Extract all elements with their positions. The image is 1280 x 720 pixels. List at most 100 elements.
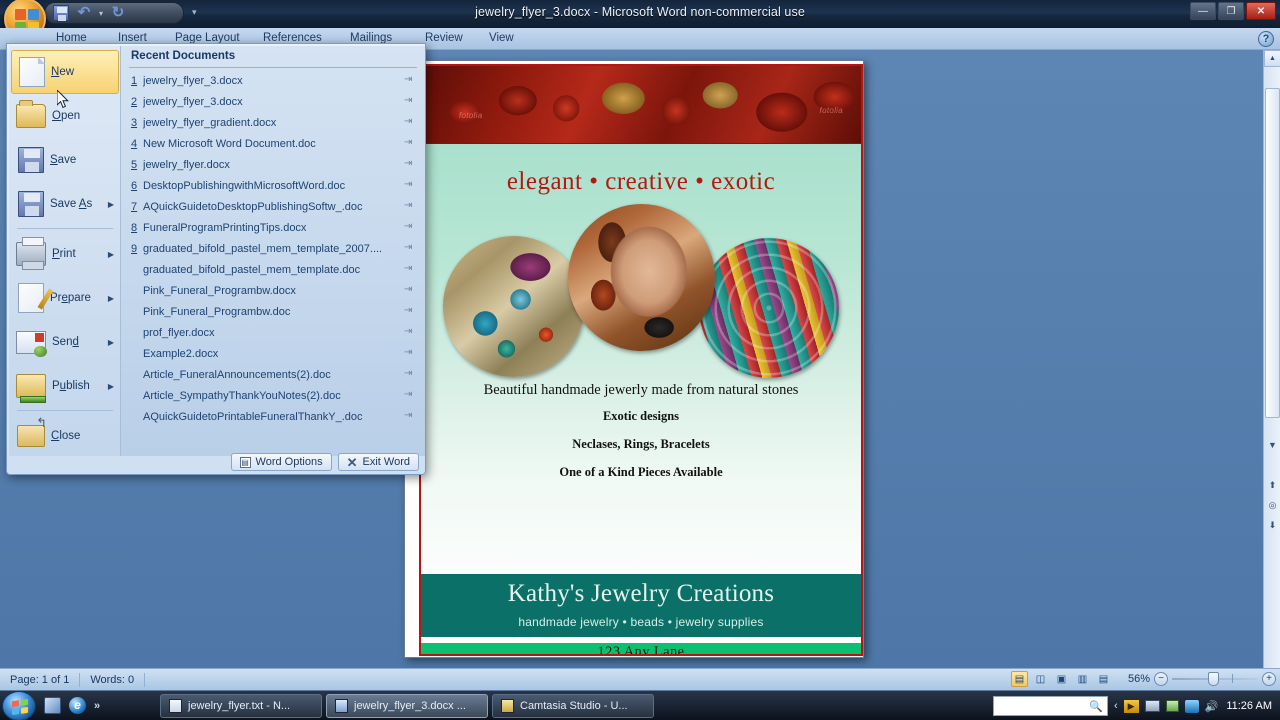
next-page-icon[interactable]: ⬇ [1265, 520, 1280, 535]
undo-icon[interactable]: ↶ [76, 5, 92, 21]
volume-icon[interactable]: 🔊 [1205, 700, 1219, 713]
pin-icon[interactable]: ⇥ [404, 96, 415, 107]
pin-icon[interactable]: ⇥ [404, 264, 415, 275]
pin-icon[interactable]: ⇥ [404, 75, 415, 86]
pin-icon[interactable]: ⇥ [404, 411, 415, 422]
pin-icon[interactable]: ⇥ [404, 390, 415, 401]
menu-item-save[interactable]: Save [11, 138, 119, 182]
more-chevron-icon[interactable]: » [94, 700, 100, 712]
list-item[interactable]: 1 jewelry_flyer_3.docx ⇥ [121, 70, 425, 91]
web-layout-view-icon[interactable]: ▣ [1053, 671, 1070, 687]
pin-icon[interactable]: ⇥ [404, 180, 415, 191]
list-item[interactable]: 9 graduated_bifold_pastel_mem_template_2… [121, 238, 425, 259]
list-item[interactable]: 8 FuneralProgramPrintingTips.docx ⇥ [121, 217, 425, 238]
menu-item-print[interactable]: Print ▶ [11, 232, 119, 276]
page-indicator[interactable]: Page: 1 of 1 [0, 672, 81, 687]
word-count[interactable]: Words: 0 [80, 672, 146, 687]
clock[interactable]: 11:26 AM [1224, 700, 1276, 712]
scroll-down-button[interactable]: ▼ [1265, 440, 1280, 455]
select-browse-object-icon[interactable]: ◎ [1265, 500, 1280, 515]
list-item[interactable]: 4 New Microsoft Word Document.doc ⇥ [121, 133, 425, 154]
tray-expand-chevron-icon[interactable]: ‹ [1114, 700, 1118, 712]
minimize-button[interactable]: — [1190, 2, 1216, 20]
pin-icon[interactable]: ⇥ [404, 117, 415, 128]
pin-icon[interactable]: ⇥ [404, 201, 415, 212]
list-item[interactable]: 3 jewelry_flyer_gradient.docx ⇥ [121, 112, 425, 133]
maximize-button[interactable]: ❐ [1218, 2, 1244, 20]
menu-item-send[interactable]: Send ▶ [11, 320, 119, 364]
media-play-icon[interactable]: ▶ [1123, 699, 1139, 713]
battery-icon[interactable] [1165, 700, 1179, 712]
vertical-scrollbar[interactable]: ▲ ▼ ⬆ ◎ ⬇ [1263, 50, 1280, 668]
pin-icon[interactable]: ⇥ [404, 348, 415, 359]
pin-icon[interactable]: ⇥ [404, 159, 415, 170]
recent-doc-name: graduated_bifold_pastel_mem_template_200… [143, 242, 383, 255]
list-item[interactable]: AQuickGuidetoPrintableFuneralThankY_.doc… [121, 406, 425, 427]
list-item[interactable]: Example2.docx ⇥ [121, 343, 425, 364]
list-item[interactable]: Article_FuneralAnnouncements(2).doc ⇥ [121, 364, 425, 385]
customize-quick-access-toolbar-icon[interactable]: ▾ [192, 7, 197, 18]
outline-view-icon[interactable]: ▥ [1074, 671, 1091, 687]
redo-icon[interactable]: ↻ [110, 5, 126, 21]
pin-icon[interactable]: ⇥ [404, 222, 415, 233]
recent-doc-name: jewelry_flyer_3.docx [143, 74, 243, 87]
pin-icon[interactable]: ⇥ [404, 243, 415, 254]
close-button[interactable]: ✕ [1246, 2, 1276, 20]
quick-launch-bar: e » [44, 697, 100, 714]
pin-icon[interactable]: ⇥ [404, 369, 415, 380]
list-item[interactable]: prof_flyer.docx ⇥ [121, 322, 425, 343]
full-screen-reading-view-icon[interactable]: ◫ [1032, 671, 1049, 687]
word-options-label: Word Options [255, 456, 323, 468]
zoom-out-button[interactable]: − [1154, 672, 1168, 686]
draft-view-icon[interactable]: ▤ [1095, 671, 1112, 687]
menu-item-prepare-label: Prepare [50, 292, 91, 304]
menu-item-new[interactable]: New [11, 50, 119, 94]
list-item[interactable]: graduated_bifold_pastel_mem_template.doc… [121, 259, 425, 280]
pin-icon[interactable]: ⇥ [404, 285, 415, 296]
menu-item-prepare[interactable]: Prepare ▶ [11, 276, 119, 320]
list-item[interactable]: 2 jewelry_flyer_3.docx ⇥ [121, 91, 425, 112]
search-input[interactable]: 🔍 [992, 696, 1108, 716]
tab-view[interactable]: View [489, 32, 514, 44]
word-options-button[interactable]: ▤ Word Options [230, 453, 332, 471]
menu-item-save-label: Save [50, 154, 77, 166]
list-item[interactable]: 7 AQuickGuidetoDesktopPublishingSoftw_.d… [121, 196, 425, 217]
menu-item-close[interactable]: Close [11, 414, 119, 458]
chevron-right-icon: ▶ [107, 337, 114, 347]
undo-dropdown-icon[interactable]: ▾ [99, 9, 103, 18]
pin-icon[interactable]: ⇥ [404, 138, 415, 149]
taskbar-item-word[interactable]: jewelry_flyer_3.docx ... [326, 694, 488, 718]
zoom-slider[interactable] [1172, 672, 1258, 686]
save-icon[interactable] [53, 5, 69, 21]
menu-item-publish[interactable]: Publish ▶ [11, 364, 119, 408]
network-icon[interactable] [1184, 699, 1199, 713]
list-item[interactable]: 5 jewelry_flyer.docx ⇥ [121, 154, 425, 175]
list-item[interactable]: Pink_Funeral_Programbw.doc ⇥ [121, 301, 425, 322]
recent-doc-number: 3 [131, 116, 138, 129]
start-button[interactable] [2, 691, 36, 720]
pin-icon[interactable]: ⇥ [404, 306, 415, 317]
taskbar-item-notepad[interactable]: jewelry_flyer.txt - N... [160, 694, 322, 718]
internet-explorer-icon[interactable]: e [69, 697, 86, 714]
scrollbar-thumb[interactable] [1265, 88, 1280, 418]
open-folder-icon [16, 100, 46, 128]
help-icon[interactable]: ? [1258, 31, 1274, 47]
display-icon[interactable] [1144, 700, 1160, 712]
pin-icon[interactable]: ⇥ [404, 327, 415, 338]
windows-logo-icon [12, 698, 28, 716]
menu-item-publish-label: Publish [52, 380, 90, 392]
zoom-level[interactable]: 56% [1116, 673, 1150, 685]
tab-review[interactable]: Review [425, 32, 463, 44]
list-item[interactable]: Article_SympathyThankYouNotes(2).doc ⇥ [121, 385, 425, 406]
taskbar-item-camtasia[interactable]: Camtasia Studio - U... [492, 694, 654, 718]
list-item[interactable]: Pink_Funeral_Programbw.docx ⇥ [121, 280, 425, 301]
zoom-in-button[interactable]: + [1262, 672, 1276, 686]
print-layout-view-icon[interactable]: ▤ [1011, 671, 1028, 687]
previous-page-icon[interactable]: ⬆ [1265, 480, 1280, 495]
show-desktop-icon[interactable] [44, 697, 61, 714]
menu-item-save-as[interactable]: Save As ▶ [11, 182, 119, 226]
list-item[interactable]: 6 DesktopPublishingwithMicrosoftWord.doc… [121, 175, 425, 196]
scroll-up-button[interactable]: ▲ [1264, 50, 1280, 67]
zoom-slider-thumb[interactable] [1208, 672, 1219, 686]
exit-word-button[interactable]: ✕ Exit Word [337, 453, 419, 471]
